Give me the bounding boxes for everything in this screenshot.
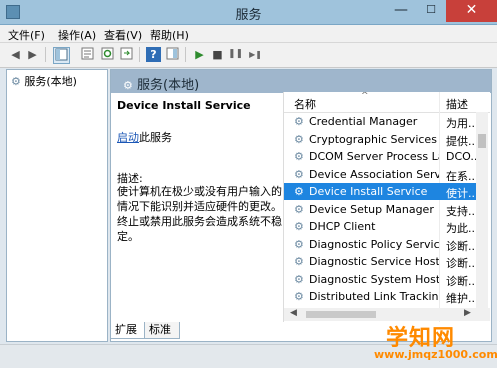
service-name: Device Setup Manager	[309, 202, 434, 216]
console-tree: ⚙ 服务(本地)	[6, 69, 108, 342]
service-name: Cryptographic Services	[309, 132, 437, 146]
service-gear-icon: ⚙	[294, 202, 304, 216]
service-gear-icon: ⚙	[294, 132, 304, 146]
export-icon[interactable]	[119, 47, 134, 62]
watermark-url: www.jmqz1000.com	[374, 348, 497, 361]
service-row[interactable]: ⚙ Distributed Link Tracking... 维护...	[284, 288, 476, 305]
vertical-scrollbar[interactable]	[476, 112, 488, 310]
column-header-description[interactable]: 描述	[446, 96, 468, 112]
gear-icon: ⚙	[123, 79, 133, 92]
service-description: 诊断...	[446, 239, 476, 253]
service-row[interactable]: ⚙ Diagnostic Service Host 诊断...	[284, 253, 476, 270]
tab-standard[interactable]: 标准	[144, 322, 180, 339]
vertical-scroll-thumb[interactable]	[478, 134, 486, 148]
pause-icon[interactable]: ❚❚	[228, 47, 243, 62]
start-service-suffix: 此服务	[139, 131, 172, 144]
service-name: Device Association Service	[309, 167, 439, 181]
service-row[interactable]: ⚙ Device Setup Manager 支持...	[284, 201, 476, 218]
service-gear-icon: ⚙	[294, 185, 304, 198]
service-row[interactable]: ⚙ Credential Manager 为用...	[284, 113, 476, 130]
menu-file[interactable]: 文件(F)	[8, 27, 45, 43]
service-name: Distributed Link Tracking...	[309, 290, 439, 303]
toolbar-divider	[45, 47, 46, 62]
start-service-line: 启动此服务	[117, 129, 172, 145]
pane-header-title: ⚙ 服务(本地)	[123, 74, 199, 93]
service-description: 支持...	[446, 204, 476, 218]
sort-arrow-icon: ^	[361, 92, 369, 101]
service-description: 诊断...	[446, 257, 476, 270]
tree-item-services-local[interactable]: ⚙ 服务(本地)	[11, 73, 77, 89]
toolbar: ◀ ▶ ? ▶ ■ ❚❚ ▶❚	[0, 43, 497, 68]
scroll-right-icon[interactable]: ▶	[464, 308, 471, 318]
service-name: Device Install Service	[309, 185, 428, 198]
service-name: Diagnostic Policy Service	[309, 237, 439, 251]
services-list: 名称 ^ 描述 ⚙ Credential Manager 为用... ⚙ Crypto…	[283, 92, 490, 322]
service-description: 在系...	[446, 169, 476, 183]
service-name: DCOM Server Process La...	[309, 150, 439, 163]
pane-header: ⚙ 服务(本地)	[111, 70, 491, 93]
service-row[interactable]: ⚙ Cryptographic Services 提供...	[284, 131, 476, 148]
service-row[interactable]: ⚙ Device Association Service 在系...	[284, 166, 476, 183]
refresh-icon[interactable]	[100, 47, 115, 62]
pane-header-label: 服务(本地)	[137, 78, 200, 93]
selected-service-name: Device Install Service	[117, 99, 251, 112]
service-gear-icon: ⚙	[294, 237, 304, 251]
gear-icon: ⚙	[11, 75, 21, 88]
service-row[interactable]: ⚙ DCOM Server Process La... DCO...	[284, 148, 476, 165]
tree-item-label: 服务(本地)	[24, 75, 77, 88]
service-description: 提供...	[446, 134, 476, 148]
toolbar-divider	[139, 47, 140, 62]
minimize-button[interactable]: —	[386, 0, 416, 22]
start-service-link[interactable]: 启动	[117, 131, 139, 144]
service-description: 使计...	[446, 187, 476, 200]
help-icon[interactable]: ?	[146, 47, 161, 62]
service-row[interactable]: ⚙ Diagnostic System Host 诊断...	[284, 271, 476, 288]
service-description: 诊断...	[446, 274, 476, 288]
title-bar: 服务 — ☐ ✕	[0, 0, 497, 25]
menu-bar: 文件(F) 操作(A) 查看(V) 帮助(H)	[0, 25, 497, 43]
close-button[interactable]: ✕	[446, 0, 497, 22]
service-gear-icon: ⚙	[294, 290, 304, 303]
menu-action[interactable]: 操作(A)	[58, 27, 96, 43]
menu-view[interactable]: 查看(V)	[104, 27, 142, 43]
service-gear-icon: ⚙	[294, 220, 304, 233]
service-gear-icon: ⚙	[294, 150, 304, 163]
column-header: 名称 ^ 描述	[284, 92, 490, 113]
service-gear-icon: ⚙	[294, 255, 304, 268]
stop-icon[interactable]: ■	[210, 47, 225, 62]
menu-help[interactable]: 帮助(H)	[150, 27, 189, 43]
service-description: 为用...	[446, 117, 476, 130]
show-console-icon[interactable]	[165, 47, 180, 62]
service-name: Credential Manager	[309, 115, 418, 128]
service-name: Diagnostic System Host	[309, 272, 439, 286]
properties-icon[interactable]	[80, 47, 95, 62]
horizontal-scroll-thumb[interactable]	[306, 311, 376, 318]
start-icon[interactable]: ▶	[192, 47, 207, 62]
maximize-button[interactable]: ☐	[416, 0, 446, 22]
back-icon[interactable]: ◀	[8, 47, 23, 62]
restart-icon[interactable]: ▶❚	[248, 47, 263, 62]
description-text: 使计算机在极少或没有用户输入的情况下能识别并适应硬件的更改。终止或禁用此服务会造…	[117, 185, 282, 243]
tab-extended[interactable]: 扩展	[110, 322, 146, 339]
service-description: 为此...	[446, 222, 476, 235]
scroll-left-icon[interactable]: ◀	[290, 308, 297, 318]
show-tree-icon[interactable]	[53, 47, 70, 64]
forward-icon[interactable]: ▶	[25, 47, 40, 62]
service-gear-icon: ⚙	[294, 115, 304, 128]
service-description: DCO...	[446, 150, 476, 163]
column-header-name[interactable]: 名称	[294, 96, 316, 112]
site-watermark: 学知网 www.jmqz1000.com	[362, 320, 497, 366]
service-name: Diagnostic Service Host	[309, 255, 439, 268]
service-description: 维护...	[446, 292, 476, 305]
service-row[interactable]: ⚙ DHCP Client 为此...	[284, 218, 476, 235]
service-gear-icon: ⚙	[294, 167, 304, 181]
service-row[interactable]: ⚙ Diagnostic Policy Service 诊断...	[284, 236, 476, 253]
service-row-selected[interactable]: ⚙ Device Install Service 使计...	[284, 183, 476, 200]
service-name: DHCP Client	[309, 220, 376, 233]
service-gear-icon: ⚙	[294, 272, 304, 286]
toolbar-divider	[185, 47, 186, 62]
services-pane: ⚙ 服务(本地) Device Install Service 启动此服务 描述…	[110, 69, 492, 342]
